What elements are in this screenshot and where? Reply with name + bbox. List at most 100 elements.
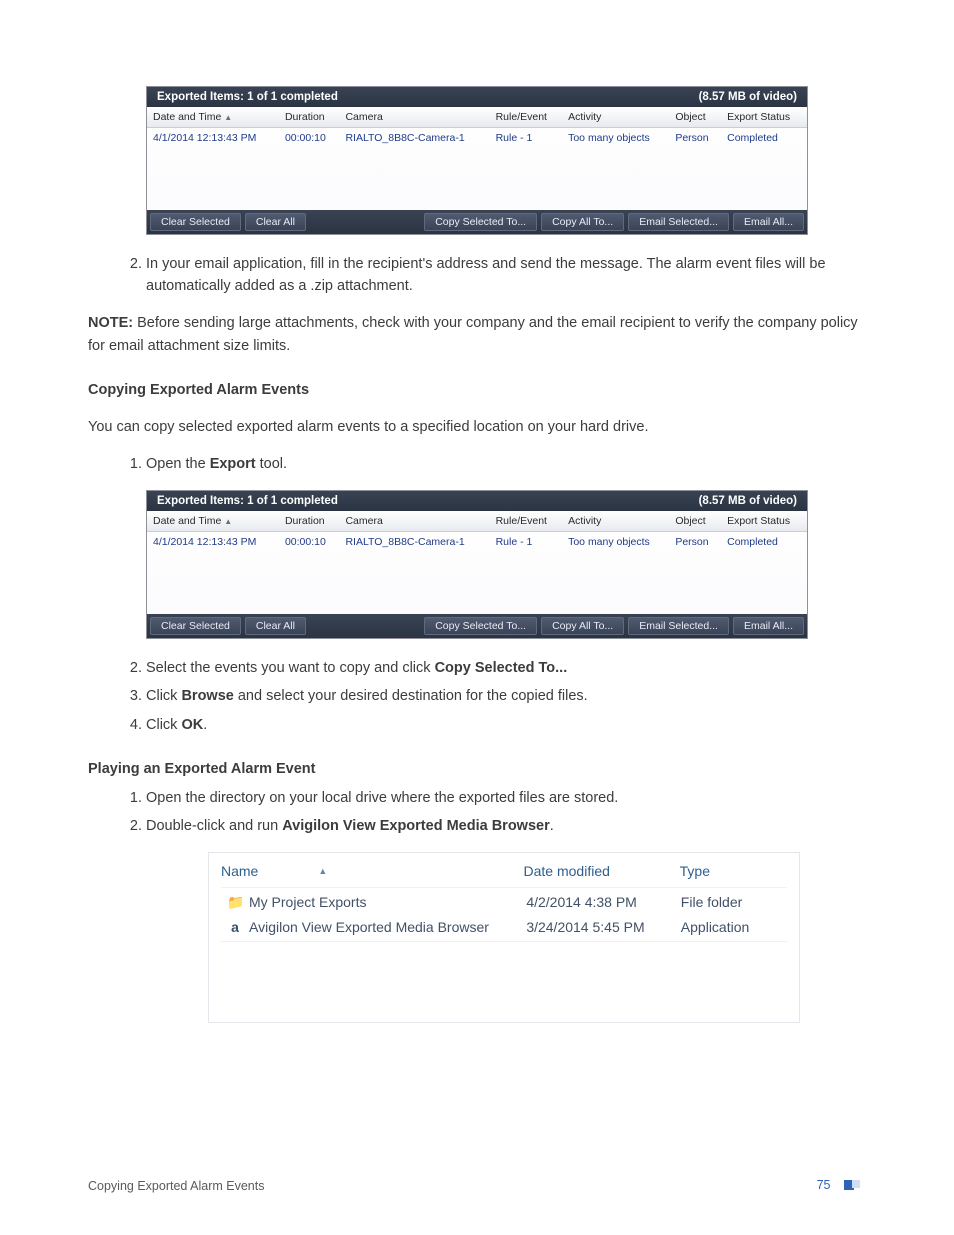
col-datetime[interactable]: Date and Time▲ xyxy=(147,107,279,128)
col-ruleevent[interactable]: Rule/Event xyxy=(490,107,563,128)
divider xyxy=(221,887,787,888)
copy-all-to-button[interactable]: Copy All To... xyxy=(541,213,624,231)
heading-playing: Playing an Exported Alarm Event xyxy=(88,758,866,780)
cell-duration: 00:00:10 xyxy=(279,128,339,149)
brand-squares-icon xyxy=(844,1179,866,1193)
copy-intro: You can copy selected exported alarm eve… xyxy=(88,416,866,438)
cell-camera: RIALTO_8B8C-Camera-1 xyxy=(339,128,489,149)
sort-asc-icon: ▲ xyxy=(224,517,232,526)
application-icon: a xyxy=(227,919,243,935)
copy-step-list-cont: Select the events you want to copy and c… xyxy=(88,657,866,736)
email-all-button[interactable]: Email All... xyxy=(733,213,804,231)
document-page: Exported Items: 1 of 1 completed (8.57 M… xyxy=(0,0,954,1235)
heading-copying: Copying Exported Alarm Events xyxy=(88,379,866,401)
file-explorer-snippet: Name ▲ Date modified Type 📁My Project Ex… xyxy=(208,852,800,1023)
col-duration[interactable]: Duration xyxy=(279,107,339,128)
col-camera[interactable]: Camera xyxy=(339,511,489,532)
exported-items-table: Date and Time▲ Duration Camera Rule/Even… xyxy=(147,511,807,614)
col-camera[interactable]: Camera xyxy=(339,107,489,128)
list-item: Open the Export tool. xyxy=(146,453,866,475)
explorer-header-row: Name ▲ Date modified Type xyxy=(209,853,799,885)
col-date-modified[interactable]: Date modified xyxy=(524,863,680,879)
list-item: In your email application, fill in the r… xyxy=(146,253,866,298)
explorer-empty-area xyxy=(209,944,799,1022)
cell-activity: Too many objects xyxy=(562,531,669,552)
col-exportstatus[interactable]: Export Status xyxy=(721,511,807,532)
cell-exportstatus: Completed xyxy=(721,531,807,552)
email-all-button[interactable]: Email All... xyxy=(733,617,804,635)
folder-icon: 📁 xyxy=(227,894,243,911)
cell-ruleevent: Rule - 1 xyxy=(490,531,563,552)
play-step-list: Open the directory on your local drive w… xyxy=(88,787,866,838)
col-activity[interactable]: Activity xyxy=(562,511,669,532)
footer-left: Copying Exported Alarm Events xyxy=(88,1179,264,1193)
cell-object: Person xyxy=(669,128,721,149)
list-item: Click OK. xyxy=(146,714,866,736)
col-ruleevent[interactable]: Rule/Event xyxy=(490,511,563,532)
explorer-row[interactable]: aAvigilon View Exported Media Browser 3/… xyxy=(209,915,799,939)
sort-asc-icon: ▲ xyxy=(318,866,327,876)
panel-title-left: Exported Items: 1 of 1 completed xyxy=(157,91,338,103)
exported-items-panel: Exported Items: 1 of 1 completed (8.57 M… xyxy=(146,86,808,235)
panel-actionbar: Clear Selected Clear All Copy Selected T… xyxy=(147,210,807,234)
email-selected-button[interactable]: Email Selected... xyxy=(628,213,729,231)
panel-titlebar: Exported Items: 1 of 1 completed (8.57 M… xyxy=(147,491,807,511)
page-footer: Copying Exported Alarm Events 75 xyxy=(88,1178,866,1193)
explorer-cell-type: File folder xyxy=(681,894,787,911)
cell-duration: 00:00:10 xyxy=(279,531,339,552)
explorer-cell-date: 3/24/2014 5:45 PM xyxy=(526,919,680,935)
list-item: Select the events you want to copy and c… xyxy=(146,657,866,679)
exported-items-panel: Exported Items: 1 of 1 completed (8.57 M… xyxy=(146,490,808,639)
table-row[interactable]: 4/1/2014 12:13:43 PM 00:00:10 RIALTO_8B8… xyxy=(147,531,807,552)
cell-datetime: 4/1/2014 12:13:43 PM xyxy=(147,128,279,149)
col-object[interactable]: Object xyxy=(669,107,721,128)
sort-asc-icon: ▲ xyxy=(224,113,232,122)
col-activity[interactable]: Activity xyxy=(562,107,669,128)
col-duration[interactable]: Duration xyxy=(279,511,339,532)
list-item: Double-click and run Avigilon View Expor… xyxy=(146,815,866,837)
table-empty-space xyxy=(147,148,807,210)
col-object[interactable]: Object xyxy=(669,511,721,532)
table-header-row: Date and Time▲ Duration Camera Rule/Even… xyxy=(147,511,807,532)
email-selected-button[interactable]: Email Selected... xyxy=(628,617,729,635)
panel-title-right: (8.57 MB of video) xyxy=(699,91,797,103)
explorer-cell-name: aAvigilon View Exported Media Browser xyxy=(227,919,526,935)
panel-titlebar: Exported Items: 1 of 1 completed (8.57 M… xyxy=(147,87,807,107)
clear-selected-button[interactable]: Clear Selected xyxy=(150,617,241,635)
cell-object: Person xyxy=(669,531,721,552)
table-empty-space xyxy=(147,552,807,614)
explorer-cell-type: Application xyxy=(681,919,787,935)
note-text: Before sending large attachments, check … xyxy=(88,315,858,353)
copy-all-to-button[interactable]: Copy All To... xyxy=(541,617,624,635)
col-exportstatus[interactable]: Export Status xyxy=(721,107,807,128)
cell-datetime: 4/1/2014 12:13:43 PM xyxy=(147,531,279,552)
clear-all-button[interactable]: Clear All xyxy=(245,617,306,635)
copy-step-list: Open the Export tool. xyxy=(88,453,866,475)
explorer-cell-name: 📁My Project Exports xyxy=(227,894,526,911)
cell-camera: RIALTO_8B8C-Camera-1 xyxy=(339,531,489,552)
explorer-row[interactable]: 📁My Project Exports 4/2/2014 4:38 PM Fil… xyxy=(209,890,799,915)
page-number: 75 xyxy=(817,1178,831,1192)
note-paragraph: NOTE: Before sending large attachments, … xyxy=(88,312,866,357)
exported-items-table: Date and Time▲ Duration Camera Rule/Even… xyxy=(147,107,807,210)
col-datetime[interactable]: Date and Time▲ xyxy=(147,511,279,532)
col-name[interactable]: Name ▲ xyxy=(221,863,524,879)
cell-ruleevent: Rule - 1 xyxy=(490,128,563,149)
list-item: Click Browse and select your desired des… xyxy=(146,685,866,707)
note-label: NOTE: xyxy=(88,315,137,331)
panel-actionbar: Clear Selected Clear All Copy Selected T… xyxy=(147,614,807,638)
copy-selected-to-button[interactable]: Copy Selected To... xyxy=(424,617,537,635)
email-step-list: In your email application, fill in the r… xyxy=(88,253,866,298)
col-type[interactable]: Type xyxy=(680,863,787,879)
explorer-cell-date: 4/2/2014 4:38 PM xyxy=(526,894,680,911)
clear-all-button[interactable]: Clear All xyxy=(245,213,306,231)
copy-selected-to-button[interactable]: Copy Selected To... xyxy=(424,213,537,231)
panel-title-right: (8.57 MB of video) xyxy=(699,495,797,507)
list-item: Open the directory on your local drive w… xyxy=(146,787,866,809)
panel-title-left: Exported Items: 1 of 1 completed xyxy=(157,495,338,507)
divider xyxy=(221,941,787,942)
table-header-row: Date and Time▲ Duration Camera Rule/Even… xyxy=(147,107,807,128)
clear-selected-button[interactable]: Clear Selected xyxy=(150,213,241,231)
table-row[interactable]: 4/1/2014 12:13:43 PM 00:00:10 RIALTO_8B8… xyxy=(147,128,807,149)
cell-activity: Too many objects xyxy=(562,128,669,149)
